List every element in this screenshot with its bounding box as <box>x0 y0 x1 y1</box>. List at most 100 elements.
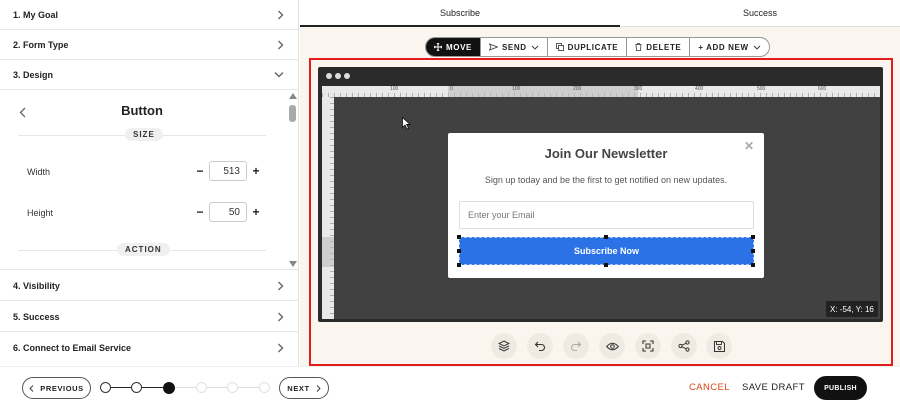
tab-subscribe[interactable]: Subscribe <box>300 0 620 27</box>
add-new-button[interactable]: + ADD NEW <box>690 38 768 56</box>
section-label: 1. My Goal <box>13 9 59 20</box>
settings-sidebar: 1. My Goal 2. Form Type 3. Design Button… <box>0 0 299 366</box>
chevron-right-icon <box>277 40 284 50</box>
redo-icon <box>571 341 582 352</box>
scroll-up-icon[interactable] <box>289 93 297 99</box>
step-dot-4[interactable] <box>196 382 207 393</box>
duplicate-label: DUPLICATE <box>567 42 619 52</box>
height-stepper: − 50 + <box>194 202 262 222</box>
layers-button[interactable] <box>491 333 517 359</box>
email-input[interactable]: Enter your Email <box>459 201 754 229</box>
scroll-down-icon[interactable] <box>289 261 297 267</box>
width-stepper: − 513 + <box>194 161 262 181</box>
window-dot <box>326 73 332 79</box>
cursor-icon <box>402 117 411 130</box>
popup-subtitle[interactable]: Sign up today and be the first to get no… <box>448 175 764 185</box>
move-icon <box>434 43 442 51</box>
height-decrement-button[interactable]: − <box>194 206 206 218</box>
ruler-tick-label: 300 <box>634 86 643 92</box>
resize-handle[interactable] <box>751 263 755 267</box>
resize-handle[interactable] <box>457 263 461 267</box>
subscribe-button[interactable]: Subscribe Now <box>459 237 754 265</box>
undo-icon <box>534 341 545 352</box>
newsletter-popup[interactable]: Join Our Newsletter ✕ Sign up today and … <box>448 133 764 278</box>
width-increment-button[interactable]: + <box>250 165 262 177</box>
section-design[interactable]: 3. Design <box>0 60 298 90</box>
window-dot <box>344 73 350 79</box>
section-label: 3. Design <box>13 69 54 80</box>
fit-screen-button[interactable] <box>635 333 661 359</box>
step-dot-6[interactable] <box>259 382 270 393</box>
section-form-type[interactable]: 2. Form Type <box>0 30 298 60</box>
previous-button[interactable]: PREVIOUS <box>22 377 91 399</box>
ruler-tick-label: 100 <box>390 86 399 92</box>
section-label: 4. Visibility <box>13 280 60 291</box>
popup-title[interactable]: Join Our Newsletter <box>448 146 764 161</box>
save-icon <box>713 340 725 352</box>
ruler-tick-label: 600 <box>818 86 827 92</box>
chevron-right-icon <box>277 10 284 20</box>
move-button[interactable]: MOVE <box>426 38 481 56</box>
panel-title: Button <box>121 103 163 118</box>
resize-handle[interactable] <box>604 235 608 239</box>
width-decrement-button[interactable]: − <box>194 165 206 177</box>
height-label: Height <box>27 208 54 218</box>
action-section-label: ACTION <box>117 243 170 256</box>
ruler-tick-label: 400 <box>695 86 704 92</box>
step-dot-5[interactable] <box>227 382 238 393</box>
step-dot-3[interactable] <box>163 382 175 394</box>
preview-icon <box>605 342 619 350</box>
chevron-down-icon <box>531 45 538 50</box>
close-icon[interactable]: ✕ <box>744 139 754 153</box>
section-success[interactable]: 5. Success <box>0 302 298 332</box>
chevron-right-icon <box>316 384 321 392</box>
share-button[interactable] <box>671 333 697 359</box>
resize-handle[interactable] <box>457 235 461 239</box>
section-visibility[interactable]: 4. Visibility <box>0 271 298 301</box>
width-label: Width <box>27 167 51 177</box>
chevron-right-icon <box>277 312 284 322</box>
width-input[interactable]: 513 <box>209 161 247 181</box>
section-label: 6. Connect to Email Service <box>13 343 132 353</box>
panel-scrollbar[interactable] <box>288 93 297 268</box>
resize-handle[interactable] <box>604 263 608 267</box>
next-label: NEXT <box>287 383 310 393</box>
height-input[interactable]: 50 <box>209 202 247 222</box>
trash-icon <box>635 43 642 51</box>
window-dot <box>335 73 341 79</box>
send-label: SEND <box>501 42 527 52</box>
publish-button[interactable]: PUBLISH <box>814 376 867 400</box>
preview-button[interactable] <box>599 333 625 359</box>
delete-button[interactable]: DELETE <box>627 38 691 56</box>
ruler-tick-label: 200 <box>573 86 582 92</box>
undo-button[interactable] <box>527 333 553 359</box>
redo-button[interactable] <box>563 333 589 359</box>
duplicate-button[interactable]: DUPLICATE <box>548 38 628 56</box>
next-button[interactable]: NEXT <box>279 377 329 399</box>
previous-label: PREVIOUS <box>40 383 84 393</box>
coordinate-readout: X: -54, Y: 16 <box>826 301 878 317</box>
cancel-button[interactable]: CANCEL <box>689 382 730 393</box>
resize-handle[interactable] <box>457 249 461 253</box>
step-dot-1[interactable] <box>100 382 111 393</box>
section-connect-email[interactable]: 6. Connect to Email Service <box>0 333 298 363</box>
save-draft-button[interactable]: SAVE DRAFT <box>742 382 805 393</box>
section-my-goal[interactable]: 1. My Goal <box>0 0 298 30</box>
scroll-thumb[interactable] <box>289 105 296 122</box>
ruler-tick-label: 100 <box>512 86 521 92</box>
resize-handle[interactable] <box>751 235 755 239</box>
progress-line-todo <box>170 387 268 388</box>
move-label: MOVE <box>446 42 472 52</box>
save-button[interactable] <box>706 333 732 359</box>
section-label: 2. Form Type <box>13 39 69 50</box>
tab-success[interactable]: Success <box>620 0 900 27</box>
resize-handle[interactable] <box>751 249 755 253</box>
duplicate-icon <box>555 43 564 51</box>
step-dot-2[interactable] <box>131 382 142 393</box>
add-new-label: + ADD NEW <box>698 42 749 52</box>
send-icon <box>488 43 498 51</box>
height-increment-button[interactable]: + <box>250 206 262 218</box>
chevron-down-icon <box>753 45 760 50</box>
send-button[interactable]: SEND <box>481 38 548 56</box>
section-label: 5. Success <box>13 311 60 322</box>
